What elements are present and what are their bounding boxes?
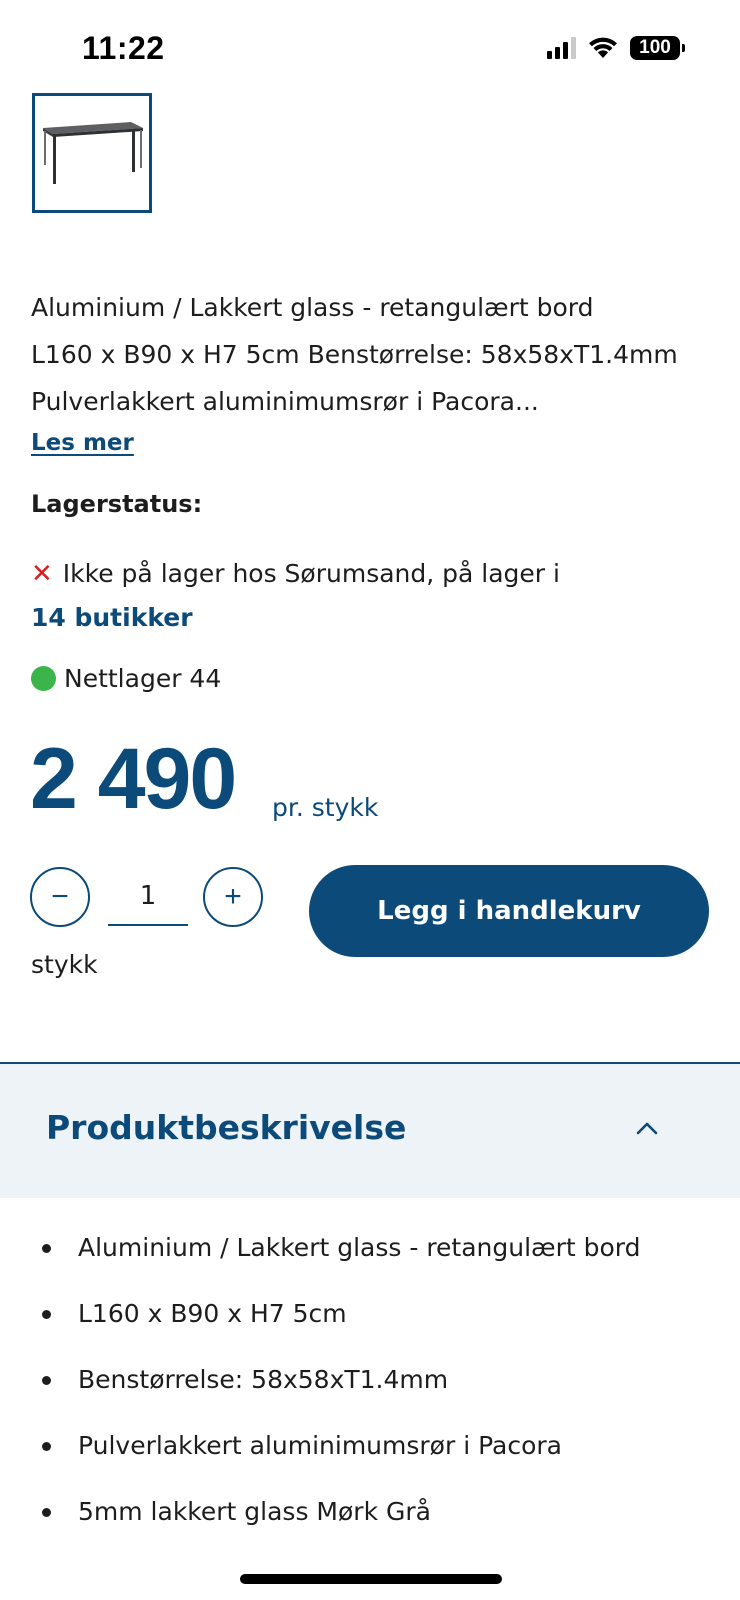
intro-line: L160 x B90 x H7 5cm Benstørrelse: 58x58x… — [31, 340, 678, 369]
read-more-link[interactable]: Les mer — [31, 430, 134, 456]
list-item: 5mm lakkert glass Mørk Grå — [42, 1494, 641, 1560]
store-stock-status: ✕ Ikke på lager hos Sørumsand, på lager i… — [31, 552, 691, 639]
intro-line: Pulverlakkert aluminimumsrør i Pacora... — [31, 387, 539, 416]
wifi-icon — [589, 37, 617, 58]
list-item: Benstørrelse: 58x58xT1.4mm — [42, 1362, 641, 1428]
increase-quantity-button[interactable]: + — [203, 867, 263, 927]
table-image — [43, 122, 143, 184]
online-stock-status: Nettlager 44 — [31, 664, 221, 693]
list-item: Pulverlakkert aluminimumsrør i Pacora — [42, 1428, 641, 1494]
accordion-title: Produktbeskrivelse — [46, 1108, 407, 1147]
price-unit: pr. stykk — [272, 793, 379, 822]
quantity-input[interactable] — [108, 868, 188, 926]
price-amount: 2 490 — [30, 731, 237, 827]
stock-heading: Lagerstatus: — [31, 490, 203, 518]
battery-icon: 100 — [630, 36, 685, 60]
product-intro: Aluminium / Lakkert glass - retangulært … — [31, 284, 721, 425]
list-item: L160 x B90 x H7 5cm — [42, 1296, 641, 1362]
status-icons: 100 — [547, 36, 685, 60]
status-bar: 11:22 100 — [0, 0, 740, 92]
in-stock-icon — [31, 666, 56, 691]
status-time: 11:22 — [82, 30, 165, 66]
stores-link[interactable]: 14 butikker — [31, 603, 193, 632]
online-stock-text: Nettlager 44 — [64, 664, 222, 693]
list-item: Aluminium / Lakkert glass - retangulært … — [42, 1230, 641, 1296]
add-to-cart-button[interactable]: Legg i handlekurv — [309, 865, 709, 957]
decrease-quantity-button[interactable]: − — [30, 867, 90, 927]
store-stock-text: Ikke på lager hos Sørumsand, på lager i — [62, 559, 560, 588]
product-thumbnail[interactable] — [32, 93, 152, 213]
out-of-stock-icon: ✕ — [31, 559, 53, 589]
intro-line: Aluminium / Lakkert glass - retangulært … — [31, 293, 594, 322]
chevron-up-icon — [636, 1122, 658, 1135]
home-indicator[interactable] — [240, 1574, 502, 1584]
signal-icon — [547, 37, 576, 59]
product-description-accordion[interactable]: Produktbeskrivelse — [0, 1062, 740, 1198]
quantity-unit: stykk — [31, 950, 98, 979]
description-list: Aluminium / Lakkert glass - retangulært … — [42, 1230, 641, 1560]
